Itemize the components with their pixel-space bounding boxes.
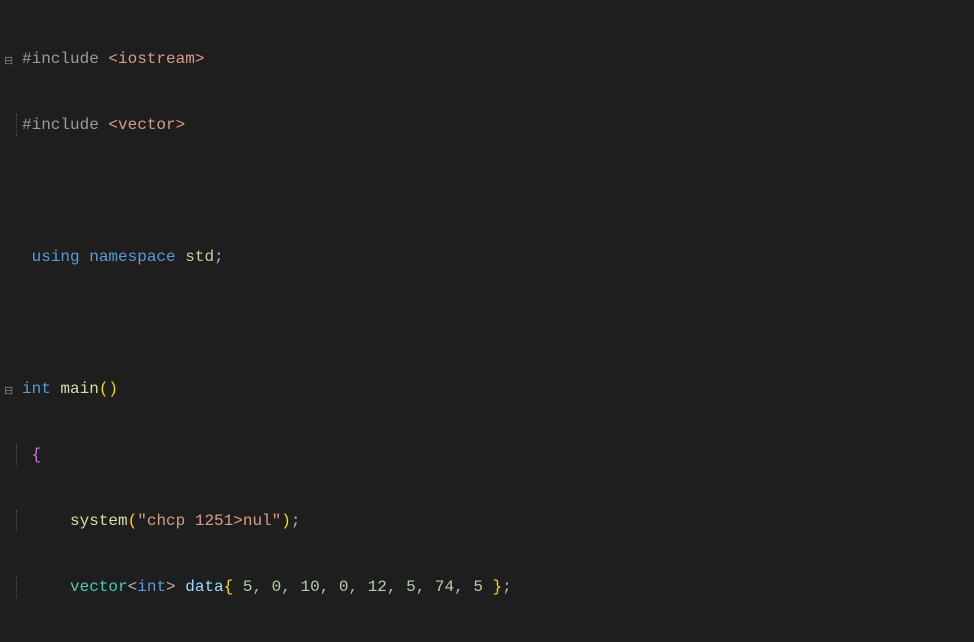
fold-minus-icon[interactable]: ⊟ xyxy=(4,381,13,403)
fold-minus-icon[interactable]: ⊟ xyxy=(4,51,13,73)
paren-token: ) xyxy=(281,512,291,530)
keyword-token: using xyxy=(32,248,90,266)
preproc-token: #include xyxy=(22,50,108,68)
number-token: 5 xyxy=(406,578,416,596)
variable-token: data xyxy=(185,578,223,596)
code-line: { xyxy=(0,444,974,466)
string-token: "chcp 1251>nul" xyxy=(137,512,281,530)
punct-token: , xyxy=(320,578,339,596)
punct-token: < xyxy=(128,578,138,596)
namespace-token: std xyxy=(185,248,214,266)
number-token: 10 xyxy=(300,578,319,596)
code-line: system("chcp 1251>nul"); xyxy=(0,510,974,532)
punct-token: ; xyxy=(214,248,224,266)
number-token: 0 xyxy=(272,578,282,596)
code-line xyxy=(0,312,974,334)
number-token: 74 xyxy=(435,578,454,596)
brace-token: } xyxy=(483,578,502,596)
punct-token: > xyxy=(166,578,185,596)
number-token: 0 xyxy=(339,578,349,596)
keyword-token: namespace xyxy=(89,248,185,266)
include-path: <vector> xyxy=(108,116,185,134)
code-editor[interactable]: ⊟#include <iostream> #include <vector> u… xyxy=(0,0,974,642)
function-token: main xyxy=(60,380,98,398)
punct-token: , xyxy=(349,578,368,596)
code-line: vector<int> data{ 5, 0, 10, 0, 12, 5, 74… xyxy=(0,576,974,598)
punct-token: , xyxy=(454,578,473,596)
include-path: <iostream> xyxy=(108,50,204,68)
type-token: int xyxy=(22,380,60,398)
function-token: system xyxy=(70,512,128,530)
paren-token: ( xyxy=(128,512,138,530)
punct-token: , xyxy=(416,578,435,596)
punct-token: ; xyxy=(502,578,512,596)
number-token: 12 xyxy=(368,578,387,596)
punct-token: , xyxy=(281,578,300,596)
code-line: ⊟ int main() xyxy=(0,378,974,400)
punct-token: , xyxy=(387,578,406,596)
number-token: 5 xyxy=(473,578,483,596)
indent xyxy=(32,578,70,596)
paren-token: () xyxy=(99,380,118,398)
brace-token: { xyxy=(224,578,243,596)
indent xyxy=(32,512,70,530)
code-line xyxy=(0,180,974,202)
punct-token: ; xyxy=(291,512,301,530)
code-line: using namespace std; xyxy=(0,246,974,268)
brace-token: { xyxy=(32,446,42,464)
type-token: int xyxy=(137,578,166,596)
code-line: #include <vector> xyxy=(0,114,974,136)
type-token: vector xyxy=(70,578,128,596)
punct-token: , xyxy=(252,578,271,596)
preproc-token: #include xyxy=(22,116,108,134)
code-line: ⊟ #include <iostream> xyxy=(0,48,974,70)
